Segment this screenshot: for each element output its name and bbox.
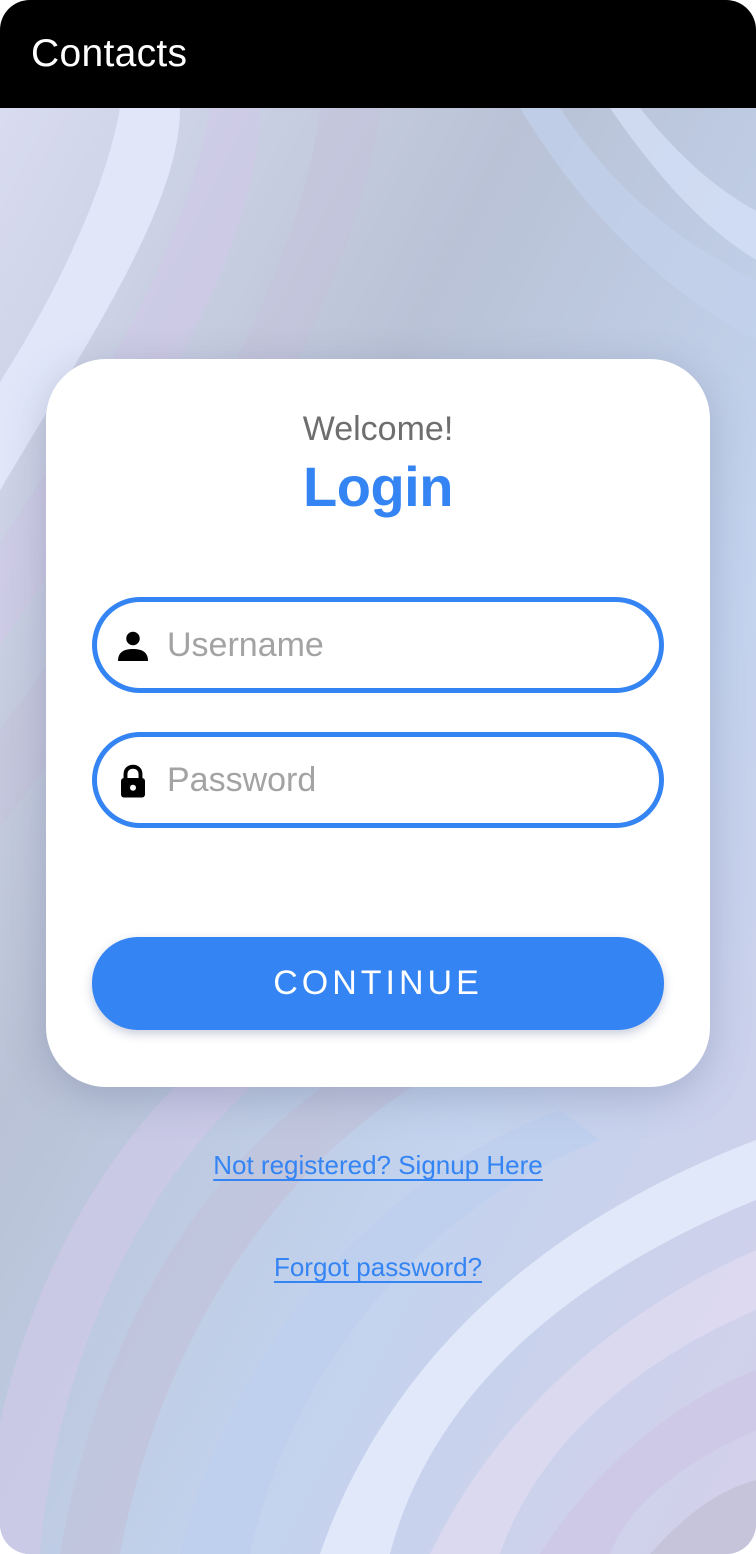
signup-link[interactable]: Not registered? Signup Here xyxy=(213,1150,543,1180)
continue-button[interactable]: CONTINUE xyxy=(92,937,664,1030)
login-title: Login xyxy=(303,455,453,518)
username-input[interactable] xyxy=(167,602,637,688)
forgot-password-link[interactable]: Forgot password? xyxy=(274,1252,482,1282)
login-screen: Contacts Welcome! Login Username CONTINU… xyxy=(0,0,756,1554)
welcome-text: Welcome! xyxy=(302,410,454,448)
password-field[interactable] xyxy=(92,732,664,828)
person-icon xyxy=(118,631,148,661)
app-title: Contacts xyxy=(31,32,188,75)
forgot-password-link-row: Forgot password? xyxy=(0,1252,756,1283)
username-field[interactable] xyxy=(92,597,664,693)
signup-link-row: Not registered? Signup Here xyxy=(0,1150,756,1181)
login-card: Welcome! Login CONTINUE xyxy=(46,359,710,1087)
lock-icon xyxy=(121,764,145,798)
app-header: Contacts xyxy=(0,0,756,108)
password-input[interactable] xyxy=(167,737,637,823)
